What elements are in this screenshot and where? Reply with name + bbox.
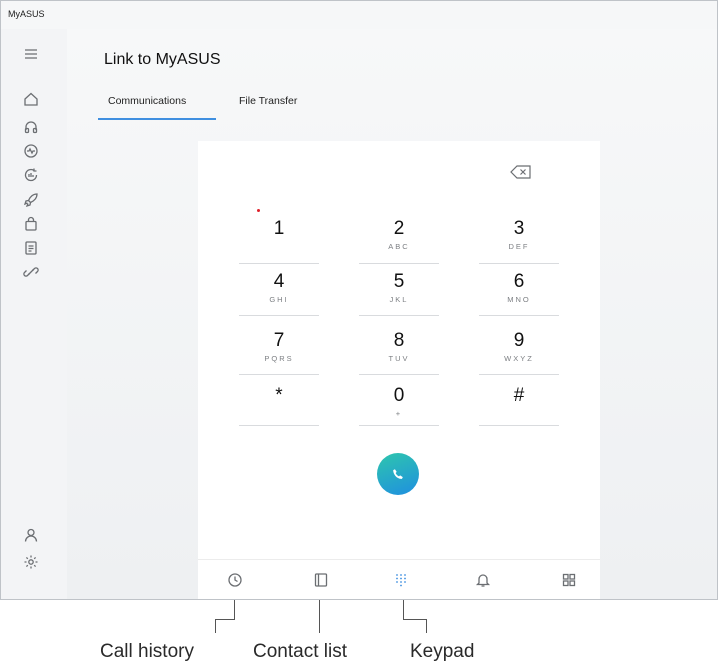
call-button[interactable] bbox=[377, 453, 419, 495]
hamburger-menu-icon[interactable] bbox=[22, 45, 40, 63]
key-divider bbox=[359, 315, 439, 316]
key-divider bbox=[479, 374, 559, 375]
call-history-icon[interactable] bbox=[225, 570, 245, 590]
phone-icon bbox=[391, 467, 405, 481]
key-letters: + bbox=[395, 409, 403, 418]
callout-contact-list: Contact list bbox=[253, 641, 347, 662]
key-letters: WXYZ bbox=[504, 354, 534, 363]
key-digit: * bbox=[275, 385, 283, 406]
callout-line bbox=[215, 619, 216, 633]
key-divider bbox=[359, 374, 439, 375]
tab-file-transfer[interactable]: File Transfer bbox=[239, 95, 297, 107]
callout-line bbox=[403, 600, 404, 620]
store-bag-icon[interactable] bbox=[22, 215, 40, 233]
key-digit: 2 bbox=[393, 218, 405, 239]
key-9[interactable]: 9 WXYZ bbox=[479, 330, 559, 375]
callout-line bbox=[234, 600, 235, 620]
key-8[interactable]: 8 TUV bbox=[359, 330, 439, 375]
key-4[interactable]: 4 GHI bbox=[239, 271, 319, 316]
key-letters bbox=[479, 409, 559, 419]
diagnostics-icon[interactable] bbox=[22, 142, 40, 160]
key-divider bbox=[479, 263, 559, 264]
key-divider bbox=[239, 425, 319, 426]
link-icon[interactable] bbox=[22, 263, 40, 281]
key-6[interactable]: 6 MNO bbox=[479, 271, 559, 316]
key-digit: 5 bbox=[393, 271, 405, 292]
key-letters: GHI bbox=[269, 295, 289, 304]
app-name: MyASUS bbox=[8, 9, 45, 19]
key-divider bbox=[239, 315, 319, 316]
key-digit: 3 bbox=[513, 218, 525, 239]
sidebar bbox=[1, 29, 67, 599]
key-letters: JKL bbox=[389, 295, 409, 304]
title-bar: MyASUS bbox=[1, 1, 717, 29]
key-divider bbox=[479, 315, 559, 316]
key-digit: 1 bbox=[273, 218, 285, 239]
tab-communications[interactable]: Communications bbox=[108, 95, 186, 107]
key-digit: # bbox=[513, 385, 525, 406]
rocket-icon[interactable] bbox=[22, 191, 40, 209]
key-divider bbox=[359, 425, 439, 426]
key-2[interactable]: 2 ABC bbox=[359, 218, 439, 264]
headset-icon[interactable] bbox=[22, 118, 40, 136]
key-0[interactable]: 0 + bbox=[359, 385, 439, 426]
dialer-panel: 1 2 ABC 3 DEF 4 GHI 5 JKL 6 MNO 7 PQRS 8… bbox=[198, 141, 600, 599]
document-icon[interactable] bbox=[22, 239, 40, 257]
settings-icon[interactable] bbox=[22, 553, 40, 571]
key-star[interactable]: * bbox=[239, 385, 319, 426]
keypad-icon[interactable] bbox=[391, 570, 411, 590]
key-divider bbox=[359, 263, 439, 264]
key-letters: PQRS bbox=[264, 354, 294, 363]
page-title: Link to MyASUS bbox=[104, 51, 221, 68]
key-letters: TUV bbox=[388, 354, 410, 363]
key-digit: 9 bbox=[513, 330, 525, 351]
key-digit: 7 bbox=[273, 330, 285, 351]
key-letters bbox=[239, 242, 319, 252]
callout-call-history: Call history bbox=[100, 641, 194, 662]
key-3[interactable]: 3 DEF bbox=[479, 218, 559, 264]
system-update-icon[interactable] bbox=[22, 166, 40, 184]
key-letters: ABC bbox=[388, 242, 410, 251]
key-letters bbox=[239, 409, 319, 419]
callout-line bbox=[319, 600, 320, 633]
callout-line bbox=[426, 619, 427, 633]
key-digit: 6 bbox=[513, 271, 525, 292]
key-letters: DEF bbox=[508, 242, 530, 251]
key-digit: 0 bbox=[393, 385, 405, 406]
app-window: MyASUS Link to MyASUS Communications Fil… bbox=[0, 0, 718, 600]
key-letters: MNO bbox=[507, 295, 531, 304]
key-7[interactable]: 7 PQRS bbox=[239, 330, 319, 375]
callout-line bbox=[215, 619, 235, 620]
callout-line bbox=[403, 619, 427, 620]
key-5[interactable]: 5 JKL bbox=[359, 271, 439, 316]
key-divider bbox=[239, 263, 319, 264]
key-digit: 8 bbox=[393, 330, 405, 351]
home-icon[interactable] bbox=[22, 90, 40, 108]
active-tab-indicator bbox=[98, 118, 216, 120]
key-divider bbox=[239, 374, 319, 375]
key-digit: 4 bbox=[273, 271, 285, 292]
indicator-dot bbox=[257, 209, 260, 212]
bottom-navigation bbox=[198, 559, 600, 599]
contact-list-icon[interactable] bbox=[311, 570, 331, 590]
key-divider bbox=[479, 425, 559, 426]
key-1[interactable]: 1 bbox=[239, 218, 319, 264]
account-icon[interactable] bbox=[22, 526, 40, 544]
backspace-icon[interactable] bbox=[510, 165, 532, 179]
notifications-icon[interactable] bbox=[473, 570, 493, 590]
key-hash[interactable]: # bbox=[479, 385, 559, 426]
apps-icon[interactable] bbox=[559, 570, 579, 590]
callout-keypad: Keypad bbox=[410, 641, 475, 662]
